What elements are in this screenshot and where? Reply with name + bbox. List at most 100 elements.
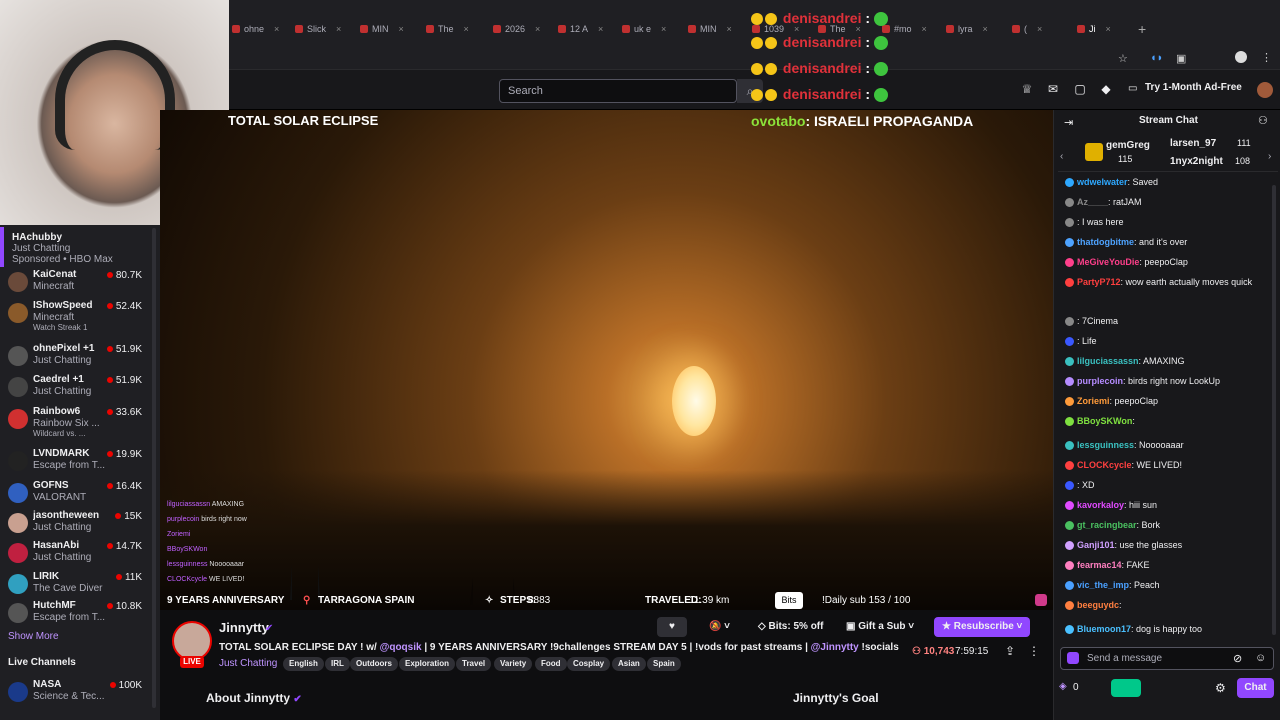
resubscribe-button[interactable]: ★ Resubscribe ˅: [934, 617, 1031, 637]
chat-settings-icon[interactable]: ⚙: [1215, 681, 1226, 695]
gifter-name[interactable]: larsen_97: [1170, 138, 1216, 149]
leaderboard-next-icon[interactable]: ›: [1268, 151, 1271, 162]
stream-tag[interactable]: Travel: [456, 657, 492, 671]
browser-tab[interactable]: (×: [1012, 20, 1042, 38]
browser-tab[interactable]: lyra ×: [946, 20, 988, 38]
sidebar-channel-item[interactable]: LIRIK The Cave Diver 11K: [0, 569, 156, 601]
browser-tab[interactable]: MIN ×: [360, 20, 404, 38]
streamer-avatar[interactable]: [172, 621, 212, 661]
stream-tag[interactable]: Spain: [647, 657, 681, 671]
browser-tab[interactable]: Slick ×: [295, 20, 341, 38]
tab-close-icon[interactable]: ×: [922, 24, 927, 34]
chat-username[interactable]: gt_racingbear: [1077, 520, 1137, 530]
profile-icon[interactable]: [1235, 51, 1247, 63]
chat-username[interactable]: CLOCKcycle: [1077, 460, 1132, 470]
emote-picker-icon[interactable]: ☺: [1255, 652, 1266, 664]
tab-close-icon[interactable]: ×: [336, 24, 341, 34]
sidebar-channel-item[interactable]: HasanAbi Just Chatting 14.7K: [0, 538, 156, 570]
stream-tag[interactable]: Exploration: [399, 657, 456, 671]
chat-username[interactable]: Az____: [1077, 197, 1108, 207]
sidebar-channel-item[interactable]: LVNDMARK Escape from T... 19.9K: [0, 446, 156, 478]
chat-username[interactable]: purplecoin: [1077, 376, 1123, 386]
extension-icon[interactable]: ◖◗: [1150, 52, 1163, 64]
sidebar-scrollbar[interactable]: [152, 228, 156, 708]
tab-close-icon[interactable]: ×: [1106, 24, 1111, 34]
stream-tag[interactable]: Variety: [494, 657, 533, 671]
gifter-name[interactable]: gemGreg: [1106, 140, 1150, 151]
browser-tab[interactable]: 2026 ×: [493, 20, 540, 38]
tab-close-icon[interactable]: ×: [1037, 24, 1042, 34]
browser-tab[interactable]: 12 A ×: [558, 20, 603, 38]
emote-slash-icon[interactable]: ⊘: [1233, 652, 1242, 665]
leaderboard-prev-icon[interactable]: ‹: [1060, 151, 1063, 162]
more-options-icon[interactable]: ⋮: [1028, 644, 1040, 658]
sidebar-channel-item[interactable]: Caedrel +1 Just Chatting 51.9K: [0, 372, 156, 404]
notifications-icon[interactable]: ▢: [1071, 82, 1089, 100]
sponsored-name[interactable]: HAchubby: [12, 232, 62, 243]
browser-tab[interactable]: ohne ×: [232, 20, 279, 38]
ad-free-button[interactable]: Try 1-Month Ad-Free: [1145, 82, 1242, 93]
tab-close-icon[interactable]: ×: [464, 24, 469, 34]
chat-username[interactable]: MeGiveYouDie: [1077, 257, 1139, 267]
chat-username[interactable]: thatdogbitme: [1077, 237, 1134, 247]
browser-tab[interactable]: The ×: [426, 20, 469, 38]
tab-close-icon[interactable]: ×: [598, 24, 603, 34]
chat-badge-icon[interactable]: [1067, 652, 1079, 664]
chat-username[interactable]: fearmac14: [1077, 560, 1122, 570]
sidebar-channel-item[interactable]: jasontheween Just Chatting 15K: [0, 508, 156, 540]
chat-username[interactable]: PartyP712: [1077, 277, 1121, 287]
show-more-link[interactable]: Show More: [8, 631, 59, 642]
sidebar-channel-item[interactable]: KaiCenat Minecraft 80.7K: [0, 267, 156, 299]
chat-scrollbar[interactable]: [1272, 185, 1276, 635]
chat-username[interactable]: lilguciassassn: [1077, 356, 1139, 366]
search-input[interactable]: Search: [499, 79, 737, 103]
browser-tab[interactable]: MIN ×: [688, 20, 732, 38]
gift-sub-button[interactable]: ▣ Gift a Sub ˅: [838, 617, 922, 637]
chat-username[interactable]: Bluemoon17: [1077, 624, 1131, 634]
chat-username[interactable]: lessguinness: [1077, 440, 1134, 450]
sidebar-channel-item[interactable]: Rainbow6 Rainbow Six ... Wildcard vs. ... 3…: [0, 404, 156, 438]
stream-tag[interactable]: Cosplay: [567, 657, 611, 671]
sidebar-channel-item[interactable]: GOFNS VALORANT 16.4K: [0, 478, 156, 510]
tab-close-icon[interactable]: ×: [983, 24, 988, 34]
sidebar-item-nasa[interactable]: NASA Science & Tec... 100K: [0, 677, 156, 709]
stream-tag[interactable]: Outdoors: [350, 657, 398, 671]
stream-tag[interactable]: IRL: [325, 657, 350, 671]
tab-close-icon[interactable]: ×: [661, 24, 666, 34]
user-avatar[interactable]: [1257, 82, 1273, 98]
collapse-chat-icon[interactable]: ⇥: [1064, 116, 1073, 129]
mail-icon[interactable]: ✉: [1044, 82, 1062, 100]
puzzle-icon[interactable]: ▣: [1176, 52, 1186, 65]
tab-close-icon[interactable]: ×: [274, 24, 279, 34]
sidebar-channel-item[interactable]: IShowSpeed Minecraft Watch Streak 1 52.4K: [0, 298, 156, 332]
chat-username[interactable]: Zoriemi: [1077, 396, 1110, 406]
chat-send-button[interactable]: Chat: [1237, 678, 1274, 698]
streamer-name[interactable]: Jinnytty: [219, 620, 269, 635]
stream-tag[interactable]: English: [283, 657, 324, 671]
stream-tag[interactable]: Food: [535, 657, 567, 671]
sidebar-channel-item[interactable]: HutchMF Escape from T... 10.8K: [0, 598, 156, 630]
chat-username[interactable]: kavorkaloy: [1077, 500, 1124, 510]
tab-close-icon[interactable]: ×: [727, 24, 732, 34]
browser-tab[interactable]: #mo ×: [882, 20, 927, 38]
notifications-bell-button[interactable]: 🔕 ˅: [697, 617, 742, 637]
bookmark-star-icon[interactable]: ☆: [1118, 52, 1128, 65]
new-tab-button[interactable]: +: [1138, 21, 1146, 37]
tab-close-icon[interactable]: ×: [535, 24, 540, 34]
chat-username[interactable]: wdwelwater: [1077, 177, 1128, 187]
chat-username[interactable]: vic_the_imp: [1077, 580, 1129, 590]
claim-bonus-button[interactable]: [1111, 679, 1141, 697]
crown-icon[interactable]: ♕: [1018, 82, 1036, 100]
browser-tab[interactable]: Ji ×: [1077, 20, 1111, 38]
bits-button[interactable]: ◇ Bits: 5% off: [750, 617, 831, 637]
browser-tab[interactable]: uk e ×: [622, 20, 666, 38]
users-icon[interactable]: ⚇: [1258, 114, 1268, 127]
share-icon[interactable]: ⇪: [1005, 644, 1015, 658]
tab-close-icon[interactable]: ×: [399, 24, 404, 34]
chat-username[interactable]: BBoySKWon: [1077, 416, 1132, 426]
bits-icon[interactable]: ◆: [1097, 82, 1115, 100]
menu-dots-icon[interactable]: ⋮: [1261, 51, 1272, 64]
chat-username[interactable]: beeguydc: [1077, 600, 1119, 610]
stream-category-link[interactable]: Just Chatting: [219, 658, 277, 669]
stream-tag[interactable]: Asian: [612, 657, 646, 671]
